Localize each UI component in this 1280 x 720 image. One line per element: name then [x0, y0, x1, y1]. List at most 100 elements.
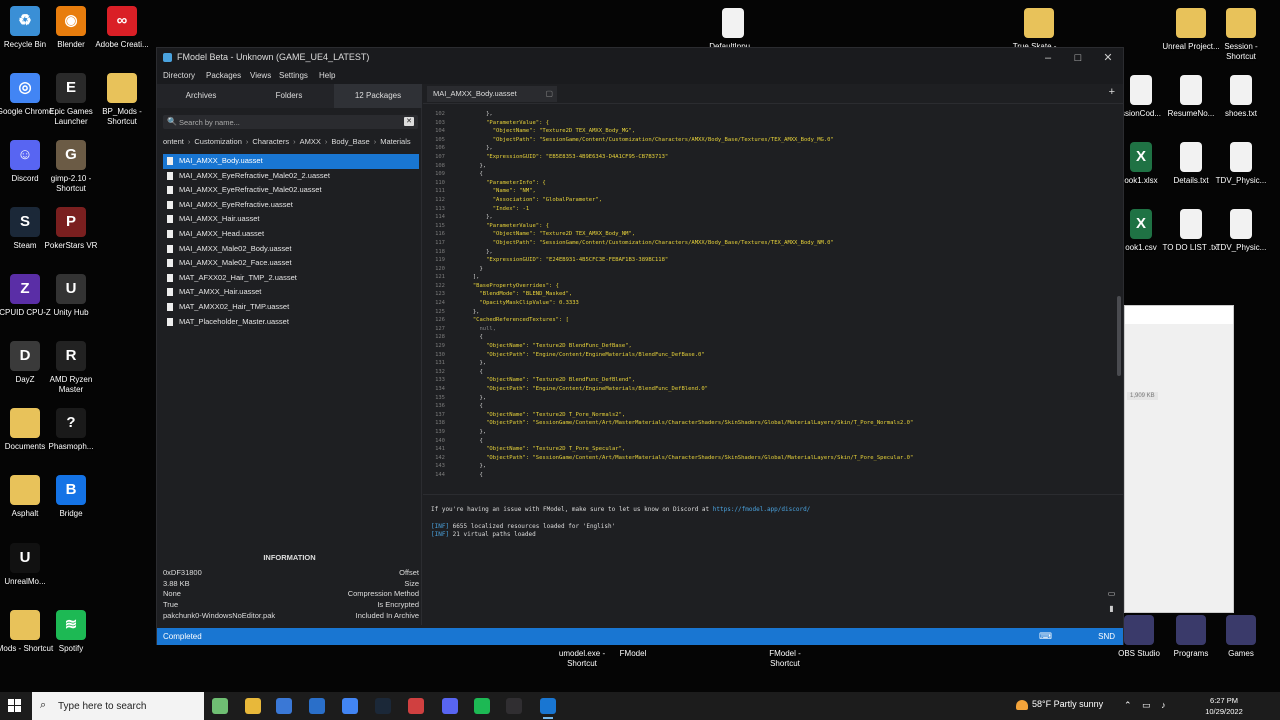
code-line: 122 "BasePropertyOverrides": {	[423, 282, 1115, 291]
desktop-icon[interactable]: DefaultInpu...	[704, 8, 762, 52]
desktop-icon[interactable]: BP_Mods - Shortcut	[93, 73, 151, 127]
code-text: {	[453, 471, 483, 478]
maps-icon[interactable]	[408, 698, 424, 714]
obs-icon[interactable]	[506, 698, 522, 714]
splitter[interactable]	[423, 494, 1123, 495]
list-item[interactable]: MAI_AMXX_Body.uasset	[163, 154, 419, 169]
desktop-icon[interactable]: shoes.txt	[1212, 75, 1270, 119]
clear-search-icon[interactable]: ✕	[404, 117, 414, 126]
mail-icon[interactable]	[309, 698, 325, 714]
code-text: "ObjectPath": "SessionGame/Content/Custo…	[453, 136, 834, 143]
file-explorer-icon[interactable]	[245, 698, 261, 714]
line-number: 136	[435, 403, 445, 410]
maximize-button[interactable]: □	[1065, 50, 1091, 66]
json-viewer[interactable]: 102 }, 103 "ParameterValue": {104 "Object…	[423, 110, 1115, 482]
menu-directory[interactable]: Directory	[163, 71, 195, 80]
list-item[interactable]: MAI_AMXX_Hair.uasset	[163, 212, 419, 227]
desktop-icon[interactable]: U Unity Hub	[42, 274, 100, 318]
desktop-icon[interactable]: ◉ Blender	[42, 6, 100, 50]
list-item[interactable]: MAT_AFXX02_Hair_TMP_2.uasset	[163, 271, 419, 286]
chevron-up-icon[interactable]: ⌃	[1124, 700, 1132, 710]
list-item[interactable]: MAT_AMXX02_Hair_TMP.uasset	[163, 300, 419, 315]
desktop-icon[interactable]: ? Phasmoph...	[42, 408, 100, 452]
code-line: 116 "ObjectName": "Texture2D TEX_AMXX_Bo…	[423, 230, 1115, 239]
file-size-label: 1,909 KB	[1127, 392, 1158, 400]
list-item[interactable]: MAI_AMXX_EyeRefractive_Male02_2.uasset	[163, 169, 419, 184]
desktop-icon[interactable]: Session - Shortcut	[1212, 8, 1270, 62]
code-line: 108 },	[423, 162, 1115, 171]
document-tab[interactable]: MAI_AMXX_Body.uasset ▢	[427, 86, 557, 102]
desktop-icon[interactable]: B Bridge	[42, 475, 100, 519]
store-icon[interactable]	[276, 698, 292, 714]
clock[interactable]: 6:27 PM 10/29/2022	[1196, 695, 1252, 717]
breadcrumb-item[interactable]: Materials	[380, 137, 410, 146]
desktop-icon[interactable]: True Skate - ...	[1010, 8, 1068, 52]
line-number: 131	[435, 360, 445, 367]
desktop-icon-label: OBS Studio	[1118, 649, 1160, 658]
breadcrumb-item[interactable]: ontent	[163, 137, 184, 146]
close-tab-icon[interactable]: ▢	[545, 86, 553, 102]
desktop-icon[interactable]: P PokerStars VR	[42, 207, 100, 251]
desktop-icon[interactable]: U UnrealMo...	[0, 543, 54, 587]
spotify-icon[interactable]	[474, 698, 490, 714]
list-item[interactable]: MAI_AMXX_Male02_Face.uasset	[163, 256, 419, 271]
breadcrumb-item[interactable]: Characters	[252, 137, 289, 146]
title-bar[interactable]: FModel Beta - Unknown (GAME_UE4_LATEST) …	[157, 48, 1123, 68]
trash-icon[interactable]: ▮	[1107, 604, 1116, 613]
vertical-scrollbar[interactable]	[1117, 296, 1121, 376]
add-tab-button[interactable]: +	[1109, 86, 1115, 98]
breadcrumb-item[interactable]: Customization	[194, 137, 242, 146]
breadcrumb-item[interactable]: AMXX	[300, 137, 321, 146]
discord-link[interactable]: https://fmodel.app/discord/	[713, 506, 811, 513]
folder-icon[interactable]: ▭	[1107, 589, 1116, 598]
steam-icon[interactable]	[375, 698, 391, 714]
package-search-input[interactable]	[179, 116, 394, 128]
desktop-icon[interactable]: TDV_Physic...	[1212, 142, 1270, 186]
desktop-icon[interactable]: TDV_Physic...	[1212, 209, 1270, 253]
network-icon[interactable]: ▭	[1142, 700, 1151, 710]
text-file-icon	[1230, 142, 1252, 172]
list-item[interactable]: MAI_AMXX_Head.uasset	[163, 227, 419, 242]
tab-packages[interactable]: 12 Packages	[334, 84, 422, 108]
info-key: Compression Method	[347, 589, 419, 599]
menu-help[interactable]: Help	[319, 71, 335, 80]
breadcrumb-item[interactable]: Body_Base	[331, 137, 369, 146]
status-snd[interactable]: SND	[1098, 632, 1115, 641]
discord-icon[interactable]	[442, 698, 458, 714]
weather-widget[interactable]: 58°F Partly sunny	[1016, 699, 1103, 710]
chrome-icon[interactable]	[342, 698, 358, 714]
list-item[interactable]: MAT_AMXX_Hair.uasset	[163, 285, 419, 300]
volume-icon[interactable]: ♪	[1161, 700, 1166, 710]
keyboard-icon[interactable]: ⌨	[1039, 631, 1052, 642]
desktop-icon-label: Adobe Creati...	[95, 40, 149, 49]
tab-archives[interactable]: Archives	[157, 84, 245, 108]
log-level: [INF]	[431, 531, 450, 539]
desktop-icon[interactable]: ∞ Adobe Creati...	[93, 6, 151, 50]
desktop-icon[interactable]: Ggimp-2.10 - Shortcut	[42, 140, 100, 194]
minimize-button[interactable]: –	[1035, 50, 1061, 66]
code-text: "ParameterValue": {	[453, 119, 550, 126]
list-item[interactable]: MAI_AMXX_EyeRefractive_Male02.uasset	[163, 183, 419, 198]
list-item[interactable]: MAT_Placeholder_Master.uasset	[163, 315, 419, 330]
console-output[interactable]: If you're having an issue with FModel, m…	[431, 506, 1111, 540]
list-item[interactable]: MAI_AMXX_EyeRefractive.uasset	[163, 198, 419, 213]
menu-views[interactable]: Views	[250, 71, 271, 80]
code-text: "ObjectPath": "SessionGame/Content/Custo…	[453, 239, 834, 246]
console-notice: If you're having an issue with FModel, m…	[431, 506, 1111, 515]
menu-packages[interactable]: Packages	[206, 71, 241, 80]
desktop-icon[interactable]: R AMD Ryzen Master	[42, 341, 100, 395]
background-window[interactable]: 1,909 KB	[1124, 305, 1234, 613]
list-item[interactable]: MAI_AMXX_Male02_Body.uasset	[163, 242, 419, 257]
background-window-titlebar[interactable]	[1125, 306, 1233, 324]
desktop-icon[interactable]: Games	[1212, 615, 1270, 659]
start-button[interactable]	[8, 699, 22, 713]
programs-icon	[1176, 615, 1206, 645]
tab-folders[interactable]: Folders	[245, 84, 333, 108]
desktop-icon[interactable]: ≋ Spotify	[42, 610, 100, 654]
task-view-icon[interactable]	[212, 698, 228, 714]
menu-settings[interactable]: Settings	[279, 71, 308, 80]
close-button[interactable]: ✕	[1095, 50, 1121, 66]
desktop-icon[interactable]: E Epic Games Launcher	[42, 73, 100, 127]
fmodel-icon[interactable]	[540, 698, 556, 719]
taskbar-search-input[interactable]	[58, 699, 198, 713]
